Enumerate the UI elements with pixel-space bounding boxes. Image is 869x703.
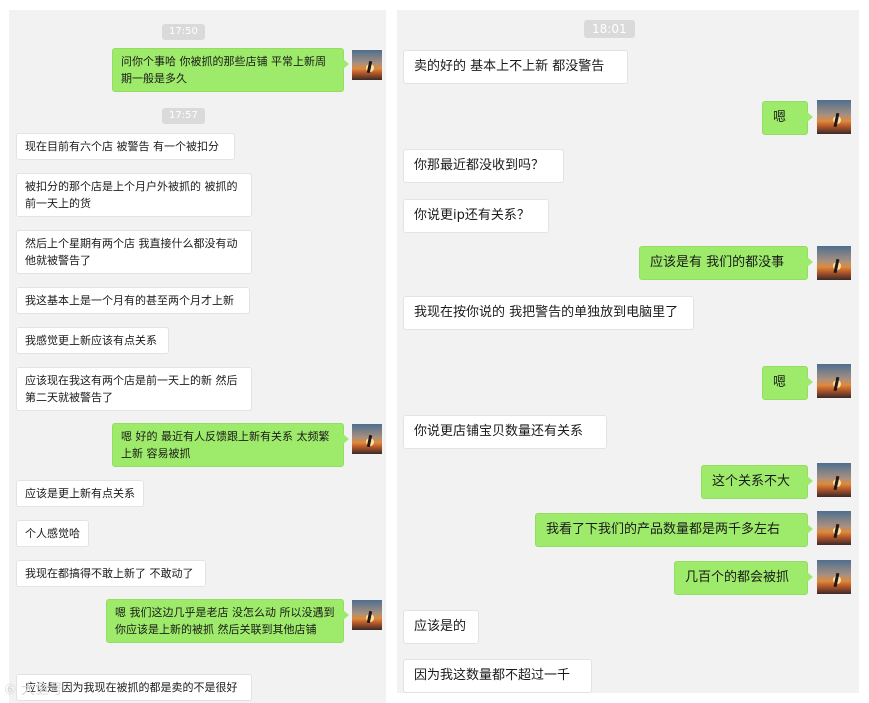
message-bubble-incoming[interactable]: 因为我这数量都不超过一千 <box>403 659 592 693</box>
timestamp: 17:50 <box>162 24 205 40</box>
message-bubble-incoming[interactable]: 我现在按你说的 我把警告的单独放到电脑里了 <box>403 296 694 330</box>
user-avatar[interactable] <box>352 50 382 80</box>
message-bubble-incoming[interactable]: 卖的好的 基本上不上新 都没警告 <box>403 50 628 84</box>
message-bubble-incoming[interactable]: 你说更ip还有关系？ <box>403 199 549 233</box>
message-bubble-outgoing[interactable]: 嗯 我们这边几乎是老店 没怎么动 所以没遇到 你应该是上新的被抓 然后关联到其他… <box>106 599 349 643</box>
message-bubble-incoming[interactable]: 我感觉更上新应该有点关系 <box>16 327 169 354</box>
user-avatar[interactable] <box>817 463 851 497</box>
message-bubble-incoming[interactable]: 应该是的 <box>403 610 479 644</box>
timestamp: 18:01 <box>584 20 635 38</box>
message-bubble-incoming[interactable]: 你那最近都没收到吗？ <box>403 149 564 183</box>
message-bubble-incoming[interactable]: 应该现在我这有两个店是前一天上的新 然后第二天就被警告了 <box>16 367 252 411</box>
message-bubble-outgoing[interactable]: 嗯 好的 最近有人反馈跟上新有关系 太频繁上新 容易被抓 <box>112 423 349 467</box>
message-bubble-incoming[interactable]: 现在目前有六个店 被警告 有一个被扣分 <box>16 133 235 160</box>
user-avatar[interactable] <box>817 246 851 280</box>
message-bubble-outgoing[interactable]: 几百个的都会被抓 <box>674 561 813 595</box>
message-bubble-incoming[interactable]: 个人感觉哈 <box>16 520 89 547</box>
message-bubble-outgoing[interactable]: 这个关系不大 <box>701 465 813 499</box>
user-avatar[interactable] <box>817 364 851 398</box>
chat-panel-left: 17:50 问你个事哈 你被抓的那些店铺 平常上新周期一般是多久 17:57 现… <box>9 10 386 703</box>
user-avatar[interactable] <box>352 600 382 630</box>
message-bubble-incoming[interactable]: 你说更店铺宝贝数量还有关系 <box>403 415 607 449</box>
timestamp: 17:57 <box>162 108 205 124</box>
message-bubble-incoming[interactable]: 我现在都搞得不敢上新了 不敢动了 <box>16 560 206 587</box>
user-avatar[interactable] <box>817 511 851 545</box>
user-avatar[interactable] <box>817 560 851 594</box>
watermark: ⑥ 大鱼号 <box>4 682 64 698</box>
message-bubble-incoming[interactable]: 然后上个星期有两个店 我直接什么都没有动 他就被警告了 <box>16 230 252 274</box>
message-bubble-outgoing[interactable]: 应该是有 我们的都没事 <box>639 246 813 280</box>
message-bubble-incoming[interactable]: 应该是更上新有点关系 <box>16 480 144 507</box>
message-bubble-outgoing[interactable]: 我看了下我们的产品数量都是两千多左右 <box>535 513 813 547</box>
message-bubble-outgoing[interactable]: 嗯 <box>762 366 813 400</box>
message-bubble-incoming[interactable]: 我这基本上是一个月有的甚至两个月才上新 <box>16 287 250 314</box>
message-bubble-outgoing[interactable]: 嗯 <box>762 101 813 135</box>
user-avatar[interactable] <box>352 424 382 454</box>
user-avatar[interactable] <box>817 100 851 134</box>
message-bubble-incoming[interactable]: 被扣分的那个店是上个月户外被抓的 被抓的前一天上的货 <box>16 173 252 217</box>
chat-panel-right: 18:01 卖的好的 基本上不上新 都没警告 嗯 你那最近都没收到吗？ 你说更i… <box>397 10 859 693</box>
message-bubble-outgoing[interactable]: 问你个事哈 你被抓的那些店铺 平常上新周期一般是多久 <box>112 48 349 92</box>
